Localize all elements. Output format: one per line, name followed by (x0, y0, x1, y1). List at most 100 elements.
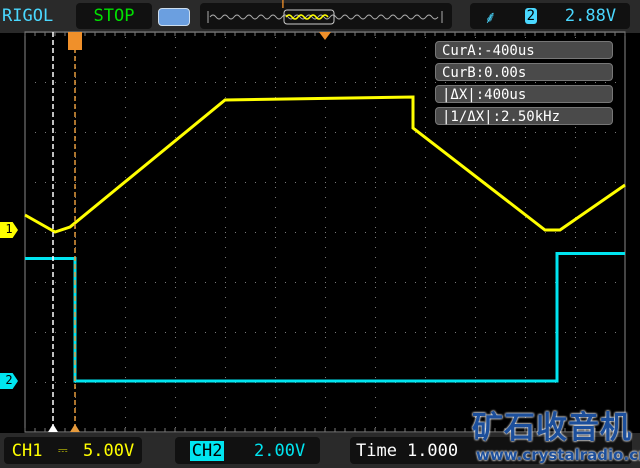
cursor-b-handle[interactable] (70, 424, 80, 432)
grid-dot (45, 132, 46, 133)
grid-dot (385, 82, 386, 83)
grid-dot (525, 387, 526, 388)
grid-dot (275, 177, 276, 178)
grid-dot (575, 347, 576, 348)
trigger-position-marker[interactable] (319, 32, 331, 40)
grid-dot (535, 282, 536, 283)
grid-dot (605, 132, 606, 133)
grid-dot (75, 167, 76, 168)
grid-dot (245, 332, 246, 333)
grid-dot (525, 247, 526, 248)
grid-dot (195, 282, 196, 283)
grid-dot (375, 107, 376, 108)
grid-dot (65, 382, 66, 383)
grid-dot (375, 337, 376, 338)
grid-dot (425, 427, 426, 428)
grid-dot (475, 377, 476, 378)
grid-dot (615, 232, 616, 233)
grid-dot (525, 157, 526, 158)
grid-dot (215, 332, 216, 333)
grid-dot (325, 377, 326, 378)
grid-dot (575, 82, 576, 83)
grid-dot (225, 327, 226, 328)
grid-dot (175, 82, 176, 83)
grid-dot (415, 132, 416, 133)
grid-dot (125, 327, 126, 328)
grid-dot (225, 377, 226, 378)
grid-dot (275, 117, 276, 118)
grid-dot (75, 397, 76, 398)
grid-dot (585, 332, 586, 333)
grid-dot (575, 357, 576, 358)
grid-dot (575, 127, 576, 128)
grid-dot (375, 332, 376, 333)
grid-dot (225, 197, 226, 198)
grid-dot (475, 332, 476, 333)
grid-dot (575, 377, 576, 378)
grid-dot (115, 182, 116, 183)
grid-dot (475, 277, 476, 278)
grid-dot (425, 87, 426, 88)
grid-dot (125, 377, 126, 378)
grid-dot (425, 267, 426, 268)
grid-dot (525, 277, 526, 278)
grid-dot (595, 332, 596, 333)
grid-dot (175, 267, 176, 268)
grid-dot (475, 287, 476, 288)
grid-dot (125, 357, 126, 358)
grid-dot (325, 207, 326, 208)
grid-dot (325, 227, 326, 228)
grid-dot (525, 232, 526, 233)
grid-dot (225, 337, 226, 338)
grid-dot (205, 282, 206, 283)
grid-dot (325, 217, 326, 218)
grid-dot (115, 132, 116, 133)
grid-dot (375, 257, 376, 258)
ch2-scale[interactable]: CH2 2.00V (175, 437, 320, 464)
grid-dot (205, 132, 206, 133)
grid-dot (155, 82, 156, 83)
grid-dot (315, 82, 316, 83)
grid-dot (135, 232, 136, 233)
grid-dot (425, 357, 426, 358)
grid-dot (165, 82, 166, 83)
grid-dot (75, 127, 76, 128)
grid-dot (175, 257, 176, 258)
grid-dot (275, 127, 276, 128)
grid-dot (445, 82, 446, 83)
grid-dot (345, 182, 346, 183)
grid-dot (305, 132, 306, 133)
grid-dot (325, 187, 326, 188)
grid-dot (135, 82, 136, 83)
cursor-a-handle[interactable] (48, 424, 58, 432)
grid-dot (225, 227, 226, 228)
grid-dot (505, 332, 506, 333)
grid-dot (605, 232, 606, 233)
grid-dot (425, 277, 426, 278)
grid-dot (375, 197, 376, 198)
grid-dot (225, 87, 226, 88)
grid-dot (395, 182, 396, 183)
grid-dot (355, 282, 356, 283)
grid-dot (555, 232, 556, 233)
grid-dot (295, 182, 296, 183)
grid-dot (475, 182, 476, 183)
ch1-scale[interactable]: CH1 ⎓ 5.00V (4, 437, 142, 464)
grid-dot (255, 282, 256, 283)
grid-dot (515, 182, 516, 183)
grid-dot (195, 332, 196, 333)
grid-dot (155, 282, 156, 283)
grid-dot (225, 77, 226, 78)
grid-dot (115, 282, 116, 283)
grid-dot (475, 357, 476, 358)
time-label: Time (356, 440, 397, 461)
grid-dot (375, 387, 376, 388)
grid-dot (375, 347, 376, 348)
grid-dot (55, 332, 56, 333)
grid-dot (575, 232, 576, 233)
grid-dot (225, 307, 226, 308)
grid-dot (175, 307, 176, 308)
grid-dot (225, 367, 226, 368)
grid-dot (35, 232, 36, 233)
grid-dot (375, 367, 376, 368)
